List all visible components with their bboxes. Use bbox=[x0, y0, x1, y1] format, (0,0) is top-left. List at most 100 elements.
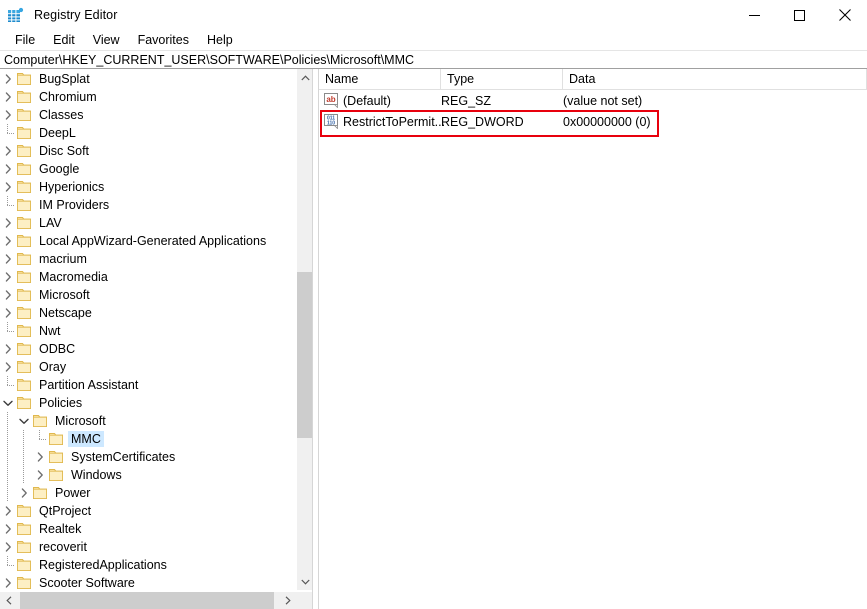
tree-leaf-connector bbox=[0, 196, 16, 214]
chevron-right-icon[interactable] bbox=[0, 538, 16, 556]
column-header-name[interactable]: Name bbox=[319, 69, 441, 89]
column-header-type[interactable]: Type bbox=[441, 69, 563, 89]
tree-indent-guide bbox=[16, 448, 32, 466]
tree-item-oray[interactable]: Oray bbox=[0, 358, 296, 376]
folder-icon bbox=[16, 306, 32, 320]
chevron-right-icon[interactable] bbox=[0, 250, 16, 268]
tree-item-nwt[interactable]: Nwt bbox=[0, 322, 296, 340]
chevron-right-icon[interactable] bbox=[0, 142, 16, 160]
chevron-right-icon[interactable] bbox=[0, 304, 16, 322]
chevron-right-icon[interactable] bbox=[0, 502, 16, 520]
registry-value-name: RestrictToPermit... bbox=[343, 114, 446, 129]
chevron-right-icon[interactable] bbox=[16, 484, 32, 502]
folder-icon bbox=[16, 162, 32, 176]
tree-item-qtproject[interactable]: QtProject bbox=[0, 502, 296, 520]
close-button[interactable] bbox=[822, 0, 867, 30]
tree-item-hyperionics[interactable]: Hyperionics bbox=[0, 178, 296, 196]
column-header-label: Type bbox=[447, 72, 475, 86]
tree-item-label: Macromedia bbox=[39, 270, 108, 284]
tree-item-policies[interactable]: Policies bbox=[0, 394, 296, 412]
tree-item-registeredapplications[interactable]: RegisteredApplications bbox=[0, 556, 296, 574]
scroll-down-arrow-icon[interactable] bbox=[297, 573, 312, 590]
tree-item-label: SystemCertificates bbox=[71, 450, 176, 464]
folder-icon bbox=[32, 414, 48, 428]
tree-item-netscape[interactable]: Netscape bbox=[0, 304, 296, 322]
tree-item-label: MMC bbox=[68, 431, 104, 447]
tree-item-bugsplat[interactable]: BugSplat bbox=[0, 70, 296, 88]
registry-tree-pane: BugSplat Chromium Classes DeepL Disc Soft Goo… bbox=[0, 69, 312, 609]
chevron-down-icon[interactable] bbox=[0, 394, 16, 412]
chevron-right-icon[interactable] bbox=[0, 178, 16, 196]
chevron-right-icon[interactable] bbox=[0, 214, 16, 232]
folder-icon bbox=[16, 342, 32, 356]
tree-item-microsoft[interactable]: Microsoft bbox=[0, 286, 296, 304]
chevron-right-icon[interactable] bbox=[0, 106, 16, 124]
title-bar: Registry Editor bbox=[0, 0, 867, 30]
column-header-data[interactable]: Data bbox=[563, 69, 867, 89]
registry-value-row[interactable]: 011 110 RestrictToPermit... REG_DWORD 0x0000… bbox=[319, 111, 867, 132]
chevron-right-icon[interactable] bbox=[0, 520, 16, 538]
folder-icon bbox=[16, 504, 32, 518]
tree-item-windows[interactable]: Windows bbox=[0, 466, 296, 484]
tree-item-label: Policies bbox=[39, 396, 83, 410]
address-bar[interactable]: Computer\HKEY_CURRENT_USER\SOFTWARE\Poli… bbox=[0, 50, 867, 69]
chevron-right-icon[interactable] bbox=[0, 358, 16, 376]
chevron-right-icon[interactable] bbox=[32, 466, 48, 484]
chevron-right-icon[interactable] bbox=[0, 88, 16, 106]
tree-horizontal-scrollbar[interactable] bbox=[0, 592, 296, 609]
chevron-right-icon[interactable] bbox=[0, 70, 16, 88]
chevron-right-icon[interactable] bbox=[0, 286, 16, 304]
tree-item-label: Google bbox=[39, 162, 80, 176]
menu-item-edit[interactable]: Edit bbox=[44, 32, 84, 49]
chevron-right-icon[interactable] bbox=[0, 160, 16, 178]
minimize-button[interactable] bbox=[732, 0, 777, 30]
tree-item-mmc[interactable]: MMC bbox=[0, 430, 296, 448]
tree-item-power[interactable]: Power bbox=[0, 484, 296, 502]
menu-item-favorites[interactable]: Favorites bbox=[129, 32, 198, 49]
values-row-container: ab (Default) REG_SZ (value not set) 011 110 Re… bbox=[319, 90, 867, 132]
tree-item-recoverit[interactable]: recoverit bbox=[0, 538, 296, 556]
tree-item-systemcertificates[interactable]: SystemCertificates bbox=[0, 448, 296, 466]
tree-item-chromium[interactable]: Chromium bbox=[0, 88, 296, 106]
menu-item-help[interactable]: Help bbox=[198, 32, 242, 49]
tree-item-macromedia[interactable]: Macromedia bbox=[0, 268, 296, 286]
registry-value-row[interactable]: ab (Default) REG_SZ (value not set) bbox=[319, 90, 867, 111]
tree-item-classes[interactable]: Classes bbox=[0, 106, 296, 124]
tree-item-label: Local AppWizard-Generated Applications bbox=[39, 234, 267, 248]
tree-item-odbc[interactable]: ODBC bbox=[0, 340, 296, 358]
tree-item-scooter-software[interactable]: Scooter Software bbox=[0, 574, 296, 590]
folder-icon bbox=[16, 558, 32, 572]
chevron-right-icon[interactable] bbox=[32, 448, 48, 466]
tree-vertical-scrollbar[interactable] bbox=[296, 69, 312, 590]
tree-item-microsoft[interactable]: Microsoft bbox=[0, 412, 296, 430]
menu-item-view[interactable]: View bbox=[84, 32, 129, 49]
tree-item-deepl[interactable]: DeepL bbox=[0, 124, 296, 142]
tree-item-google[interactable]: Google bbox=[0, 160, 296, 178]
tree-item-lav[interactable]: LAV bbox=[0, 214, 296, 232]
tree-item-macrium[interactable]: macrium bbox=[0, 250, 296, 268]
tree-item-label: Chromium bbox=[39, 90, 97, 104]
values-column-header: Name Type Data bbox=[319, 69, 867, 90]
tree-item-partition-assistant[interactable]: Partition Assistant bbox=[0, 376, 296, 394]
folder-icon bbox=[16, 180, 32, 194]
pane-splitter[interactable] bbox=[312, 69, 319, 609]
chevron-right-icon[interactable] bbox=[0, 340, 16, 358]
chevron-down-icon[interactable] bbox=[16, 412, 32, 430]
menu-item-file[interactable]: File bbox=[6, 32, 44, 49]
chevron-right-icon[interactable] bbox=[0, 574, 16, 590]
chevron-right-icon[interactable] bbox=[0, 232, 16, 250]
chevron-right-icon[interactable] bbox=[0, 268, 16, 286]
tree-item-local-appwizard-generated-applications[interactable]: Local AppWizard-Generated Applications bbox=[0, 232, 296, 250]
tree-item-label: Disc Soft bbox=[39, 144, 90, 158]
folder-icon bbox=[16, 198, 32, 212]
tree-item-im-providers[interactable]: IM Providers bbox=[0, 196, 296, 214]
tree-item-realtek[interactable]: Realtek bbox=[0, 520, 296, 538]
scroll-left-arrow-icon[interactable] bbox=[0, 592, 17, 609]
reg-dword-icon: 011 110 bbox=[324, 114, 340, 130]
scroll-right-arrow-icon[interactable] bbox=[279, 592, 296, 609]
tree-horizontal-scroll-thumb[interactable] bbox=[20, 592, 274, 609]
tree-item-disc-soft[interactable]: Disc Soft bbox=[0, 142, 296, 160]
scroll-up-arrow-icon[interactable] bbox=[297, 69, 312, 86]
maximize-button[interactable] bbox=[777, 0, 822, 30]
tree-vertical-scroll-thumb[interactable] bbox=[297, 272, 312, 438]
